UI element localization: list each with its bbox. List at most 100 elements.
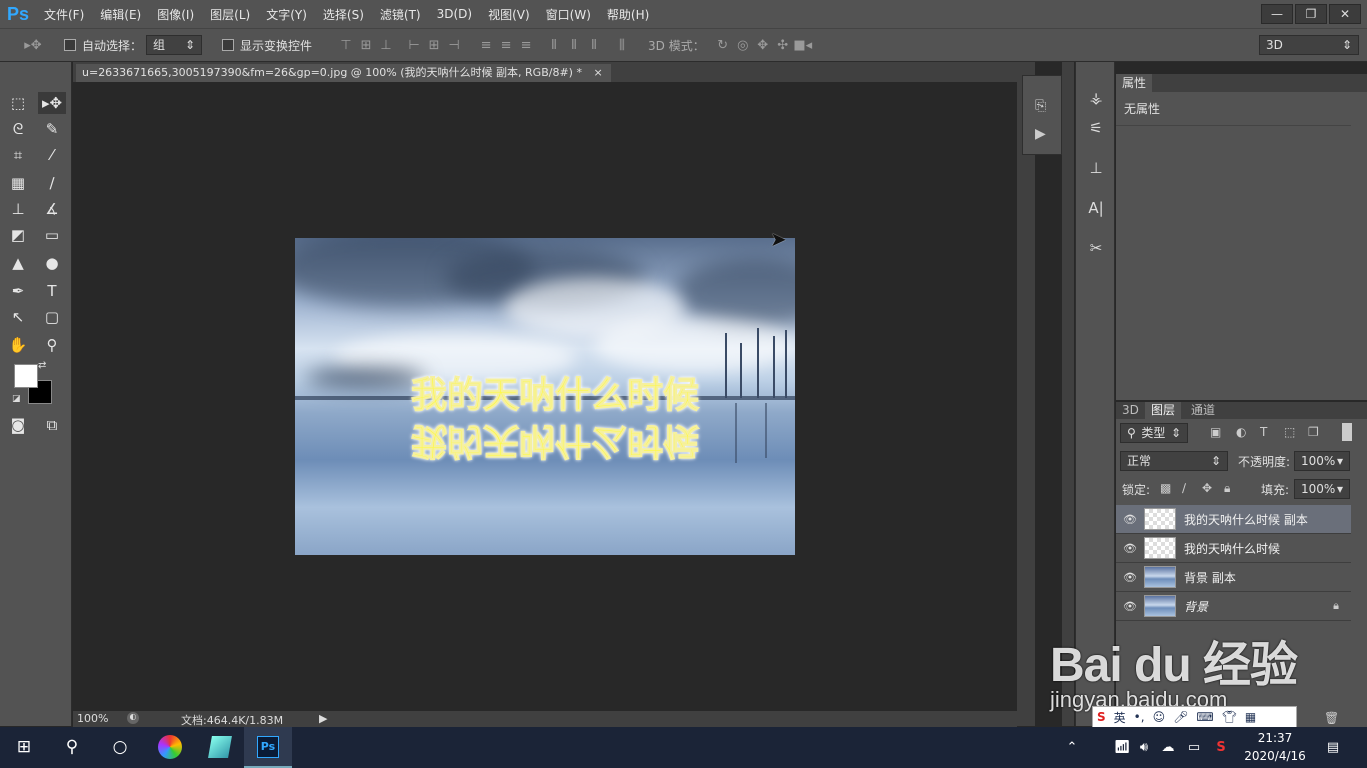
lock-position-icon[interactable]: ✥ (1202, 481, 1212, 495)
tool-presets-icon[interactable]: ✂ (1076, 234, 1116, 262)
filter-shape-icon[interactable]: ⬚ (1284, 425, 1295, 439)
windows-start-icon[interactable]: ⊞ (0, 727, 48, 768)
battery-icon[interactable]: ▭ (1184, 727, 1204, 768)
move-tool-icon[interactable]: ▸✥ (38, 92, 66, 114)
distribute-vcenter-icon[interactable]: ≡ (496, 38, 516, 53)
clone-stamp-tool-icon[interactable]: ⊥ (4, 198, 32, 220)
distribute-hcenter-icon[interactable]: ⫴ (564, 38, 584, 53)
eye-icon[interactable]: 👁︎ (1116, 513, 1144, 526)
menu-view[interactable]: 视图(V) (480, 6, 538, 23)
layer-row[interactable]: 👁︎ 背景 🔒︎ (1116, 592, 1351, 621)
minimize-button[interactable]: — (1261, 4, 1293, 24)
slide-3d-icon[interactable]: ✣ (773, 38, 793, 53)
dodge-tool-icon[interactable]: ● (38, 252, 66, 274)
swap-colors-icon[interactable]: ⇄ (38, 360, 46, 371)
canvas-text-layer-reflection[interactable]: 我的天呐什么时候 (355, 418, 755, 470)
app-icon[interactable] (196, 727, 244, 768)
shape-tool-icon[interactable]: ▢ (38, 306, 66, 328)
eye-icon[interactable]: 👁︎ (1116, 571, 1144, 584)
workspace-dropdown[interactable]: 3D ⇕ (1259, 35, 1359, 55)
close-button[interactable]: ✕ (1329, 4, 1361, 24)
tab-3d[interactable]: 3D (1116, 402, 1145, 419)
menu-select[interactable]: 选择(S) (315, 6, 372, 23)
history-panel-icon[interactable]: ⎘ (1035, 98, 1046, 114)
lasso-tool-icon[interactable]: ᘓ (4, 118, 32, 140)
crop-tool-icon[interactable]: ⌗ (4, 144, 32, 166)
align-top-icon[interactable]: ⊤ (336, 38, 356, 53)
lock-all-icon[interactable]: 🔒︎ (1224, 481, 1230, 496)
mic-icon[interactable]: 🎤︎ (1173, 710, 1188, 724)
filter-pixel-icon[interactable]: ▣ (1210, 425, 1221, 439)
eraser-tool-icon[interactable]: ◩ (4, 224, 32, 246)
document-image[interactable]: 我的天呐什么时候 我的天呐什么时候 (295, 238, 795, 555)
auto-align-icon[interactable]: ⫼ (612, 38, 632, 53)
notifications-icon[interactable]: ▤ (1318, 727, 1348, 768)
photos-app-icon[interactable] (146, 727, 194, 768)
sogou-icon[interactable]: S (1097, 710, 1106, 724)
align-vcenter-icon[interactable]: ⊞ (356, 38, 376, 53)
tab-properties[interactable]: 属性 (1116, 74, 1152, 92)
path-select-tool-icon[interactable]: ↖ (4, 306, 32, 328)
brush-presets-icon[interactable]: ⚶ (1076, 84, 1116, 112)
roll-3d-icon[interactable]: ◎ (733, 38, 753, 53)
filter-smart-object-icon[interactable]: ❐ (1308, 425, 1319, 439)
layer-filter-dropdown[interactable]: ⚲ 类型 ⇕ (1120, 423, 1188, 443)
layer-row[interactable]: 👁︎ 背景 副本 (1116, 563, 1351, 592)
menu-file[interactable]: 文件(F) (36, 6, 92, 23)
status-menu-arrow-icon[interactable]: ▶ (319, 712, 327, 725)
opacity-field[interactable]: 100% ▾ (1294, 451, 1350, 471)
actions-play-icon[interactable]: ▶ (1035, 126, 1046, 142)
distribute-bottom-icon[interactable]: ≡ (516, 38, 536, 53)
character-panel-icon[interactable]: A| (1076, 194, 1116, 222)
auto-select-checkbox[interactable] (64, 39, 76, 51)
tab-channels[interactable]: 通道 (1185, 402, 1221, 419)
pen-tool-icon[interactable]: ✒ (4, 280, 32, 302)
menu-layer[interactable]: 图层(L) (202, 6, 258, 23)
gradient-tool-icon[interactable]: ▭ (38, 224, 66, 246)
scale-3d-icon[interactable]: ■◂ (793, 38, 813, 53)
ime-tools-icon[interactable]: ▦ (1245, 710, 1256, 724)
healing-brush-tool-icon[interactable]: ▦ (4, 172, 32, 194)
type-tool-icon[interactable]: T (38, 280, 66, 302)
show-transform-checkbox[interactable] (222, 39, 235, 51)
eye-icon[interactable]: 👁︎ (1116, 542, 1144, 555)
lock-image-icon[interactable]: ∕ (1182, 481, 1186, 495)
layer-row[interactable]: 👁︎ 我的天呐什么时候 (1116, 534, 1351, 563)
brush-tool-icon[interactable]: ∕ (38, 172, 66, 194)
eyedropper-tool-icon[interactable]: ⁄ (38, 144, 66, 166)
distribute-left-icon[interactable]: ⫴ (544, 38, 564, 53)
sogou-tray-icon[interactable]: S (1210, 727, 1232, 768)
skin-icon[interactable]: 👕︎ (1222, 710, 1237, 724)
tab-layers[interactable]: 图层 (1145, 402, 1182, 419)
zoom-tool-icon[interactable]: ⚲ (38, 334, 66, 356)
move-tool-preset-icon[interactable]: ▸✥ (18, 38, 48, 53)
menu-window[interactable]: 窗口(W) (538, 6, 599, 23)
restore-button[interactable]: ❐ (1295, 4, 1327, 24)
screen-mode-icon[interactable]: ⧉ (38, 414, 66, 436)
distribute-top-icon[interactable]: ≡ (476, 38, 496, 53)
menu-type[interactable]: 文字(Y) (258, 6, 315, 23)
menu-image[interactable]: 图像(I) (149, 6, 202, 23)
ime-language[interactable]: 英 (1114, 709, 1126, 726)
menu-edit[interactable]: 编辑(E) (92, 6, 149, 23)
document-tab[interactable]: u=2633671665,3005197390&fm=26&gp=0.jpg @… (76, 64, 611, 82)
history-brush-tool-icon[interactable]: ∡ (38, 198, 66, 220)
filter-toggle-switch[interactable] (1342, 423, 1352, 441)
lock-transparency-icon[interactable]: ▩ (1160, 481, 1171, 495)
status-info-icon[interactable]: ◐ (127, 712, 139, 724)
quick-select-tool-icon[interactable]: ✎ (38, 118, 66, 140)
emoji-icon[interactable]: ☺ (1153, 710, 1166, 724)
onedrive-icon[interactable]: ☁ (1156, 727, 1180, 768)
align-left-icon[interactable]: ⊢ (404, 38, 424, 53)
hand-tool-icon[interactable]: ✋ (4, 334, 32, 356)
align-right-icon[interactable]: ⊣ (444, 38, 464, 53)
tray-expand-icon[interactable]: ⌃ (1062, 727, 1082, 768)
document-tab-close-icon[interactable]: × (593, 66, 602, 79)
keyboard-icon[interactable]: ⌨ (1196, 710, 1213, 724)
volume-icon[interactable]: 🔊︎ (1134, 727, 1154, 768)
clone-source-icon[interactable]: ⊥ (1076, 154, 1116, 182)
task-view-icon[interactable]: ○ (96, 727, 144, 768)
auto-select-dropdown[interactable]: 组 ⇕ (146, 35, 203, 55)
align-bottom-icon[interactable]: ⊥ (376, 38, 396, 53)
orbit-3d-icon[interactable]: ↻ (713, 38, 733, 53)
